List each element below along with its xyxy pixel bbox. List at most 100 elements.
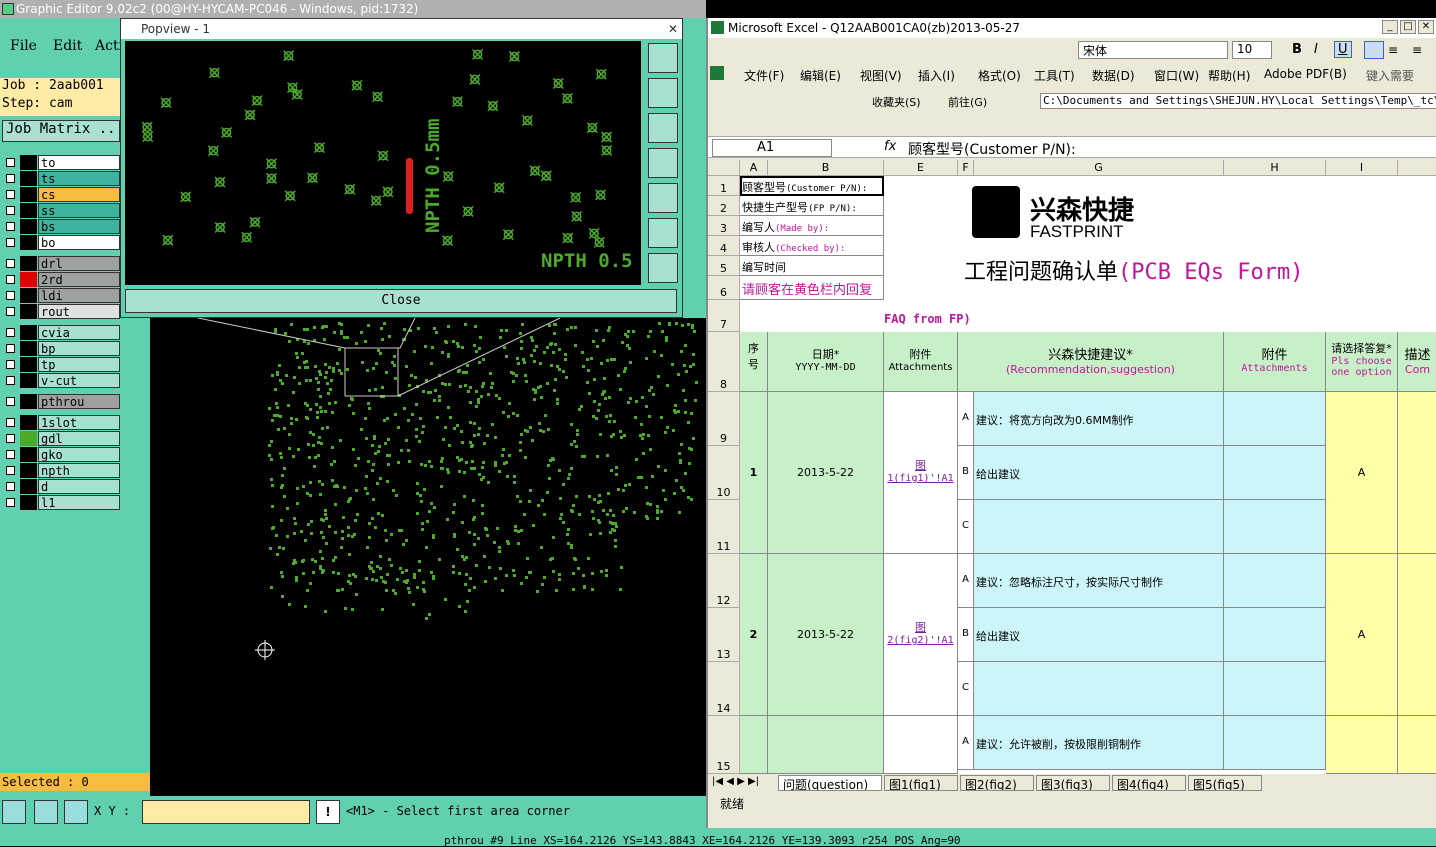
- graphic-canvas[interactable]: [150, 317, 706, 796]
- select-all-corner[interactable]: [708, 160, 740, 176]
- layer-row[interactable]: bp: [2, 341, 120, 356]
- layer-row[interactable]: drl: [2, 256, 120, 271]
- layer-name[interactable]: cs: [38, 187, 120, 202]
- layer-name[interactable]: ldi: [38, 288, 120, 303]
- pop-pan-up-icon[interactable]: [648, 78, 678, 108]
- formula-content[interactable]: 顾客型号(Customer P/N):: [908, 139, 1076, 159]
- row-header[interactable]: 15: [708, 716, 740, 774]
- align-left-icon[interactable]: [1364, 41, 1384, 59]
- layer-row[interactable]: bs: [2, 219, 120, 234]
- column-header[interactable]: A: [740, 160, 768, 176]
- popview-canvas[interactable]: NPTH 0.5mm NPTH 0.5: [125, 41, 641, 285]
- info-cell[interactable]: 快捷生产型号(FP P/N):: [740, 196, 884, 216]
- layer-name[interactable]: pthrou: [38, 394, 120, 409]
- layer-checkbox[interactable]: [6, 344, 15, 353]
- layer-checkbox[interactable]: [6, 360, 15, 369]
- item-description[interactable]: [1398, 554, 1436, 716]
- column-header[interactable]: [1398, 160, 1436, 176]
- grid-tool-icon[interactable]: [64, 800, 88, 824]
- layer-row[interactable]: ldi: [2, 288, 120, 303]
- align-center-icon[interactable]: ≡: [1388, 43, 1398, 57]
- layer-checkbox[interactable]: [6, 222, 15, 231]
- layer-name[interactable]: drl: [38, 256, 120, 271]
- sheet-tab[interactable]: 图1(fig1): [884, 775, 958, 791]
- option-attachment[interactable]: [1224, 608, 1326, 662]
- excel-menu-item[interactable]: 数据(D): [1092, 67, 1135, 84]
- pop-zoom-home-icon[interactable]: [648, 43, 678, 73]
- layer-checkbox[interactable]: [6, 498, 15, 507]
- pop-pan-down-icon[interactable]: [648, 113, 678, 143]
- row-header[interactable]: 5: [708, 256, 740, 276]
- info-cell[interactable]: 顾客型号(Customer P/N):: [740, 176, 884, 196]
- layer-row[interactable]: ts: [2, 171, 120, 186]
- row-header[interactable]: 9: [708, 392, 740, 446]
- layer-row[interactable]: bo: [2, 235, 120, 250]
- column-header[interactable]: E: [884, 160, 958, 176]
- option-attachment[interactable]: [1224, 716, 1326, 770]
- layer-checkbox[interactable]: [6, 307, 15, 316]
- layer-row[interactable]: gdl: [2, 431, 120, 446]
- layer-name[interactable]: ts: [38, 171, 120, 186]
- font-size-select[interactable]: 10: [1232, 41, 1272, 59]
- excel-menu-item[interactable]: 格式(O): [978, 67, 1021, 84]
- option-attachment[interactable]: [1224, 446, 1326, 500]
- close-icon[interactable]: ✕: [1418, 20, 1434, 34]
- row-header[interactable]: 7: [708, 300, 740, 332]
- pop-zoom-out-icon[interactable]: [648, 253, 678, 283]
- restore-icon[interactable]: □: [1400, 20, 1416, 34]
- column-header[interactable]: H: [1224, 160, 1326, 176]
- item-answer[interactable]: [1326, 716, 1398, 774]
- layer-checkbox[interactable]: [6, 450, 15, 459]
- layer-checkbox[interactable]: [6, 376, 15, 385]
- popview-close-icon[interactable]: ✕: [668, 19, 678, 39]
- layer-name[interactable]: rout: [38, 304, 120, 319]
- layer-name[interactable]: gdl: [38, 431, 120, 446]
- excel-menu-item[interactable]: 文件(F): [744, 67, 784, 84]
- row-header[interactable]: 13: [708, 608, 740, 662]
- layer-name[interactable]: tp: [38, 357, 120, 372]
- option-text[interactable]: 给出建议: [974, 608, 1224, 662]
- spreadsheet-grid[interactable]: A B E F G H I 1 2 3 4 5 6 7 8 9 10 11 12 13 14 15 顾客型号(Custome…: [708, 160, 1436, 774]
- excel-menu-item[interactable]: 帮助(H): [1208, 67, 1250, 84]
- zoom-tool-icon[interactable]: [2, 800, 26, 824]
- excel-menu-item[interactable]: 视图(V): [860, 67, 902, 84]
- sheet-tab[interactable]: 图5(fig5): [1188, 775, 1262, 791]
- item-answer[interactable]: A: [1326, 554, 1398, 716]
- column-header[interactable]: I: [1326, 160, 1398, 176]
- name-box[interactable]: A1: [712, 139, 832, 157]
- layer-name[interactable]: to: [38, 155, 120, 170]
- row-header[interactable]: 1: [708, 176, 740, 196]
- layer-checkbox[interactable]: [6, 482, 15, 491]
- layer-row[interactable]: to: [2, 155, 120, 170]
- item-description[interactable]: [1398, 392, 1436, 554]
- layer-name[interactable]: l1: [38, 495, 120, 510]
- favorites-menu[interactable]: 收藏夹(S): [872, 94, 921, 110]
- layer-row[interactable]: 1slot: [2, 415, 120, 430]
- layer-checkbox[interactable]: [6, 397, 15, 406]
- option-text[interactable]: 给出建议: [974, 446, 1224, 500]
- address-field[interactable]: C:\Documents and Settings\SHEJUN.HY\Loca…: [1040, 93, 1436, 109]
- layer-checkbox[interactable]: [6, 466, 15, 475]
- layer-row[interactable]: cs: [2, 187, 120, 202]
- layer-row[interactable]: ss: [2, 203, 120, 218]
- layer-checkbox[interactable]: [6, 174, 15, 183]
- column-header[interactable]: B: [768, 160, 884, 176]
- layer-name[interactable]: v-cut: [38, 373, 120, 388]
- italic-button[interactable]: I: [1314, 42, 1318, 57]
- info-cell[interactable]: 请顾客在黄色栏内回复: [740, 276, 884, 300]
- item-answer[interactable]: A: [1326, 392, 1398, 554]
- excel-menu-item[interactable]: Adobe PDF(B): [1264, 67, 1347, 81]
- info-cell[interactable]: 审核人(Checked by):: [740, 236, 884, 256]
- info-cell[interactable]: 编写人(Made by):: [740, 216, 884, 236]
- layer-name[interactable]: gko: [38, 447, 120, 462]
- tab-nav-icon[interactable]: |◀ ◀ ▶ ▶|: [712, 776, 759, 787]
- align-right-icon[interactable]: ≡: [1412, 43, 1422, 57]
- measure-tool-icon[interactable]: [34, 800, 58, 824]
- layer-checkbox[interactable]: [6, 418, 15, 427]
- menu-file[interactable]: File: [10, 38, 37, 54]
- option-text[interactable]: [974, 500, 1224, 554]
- option-attachment[interactable]: [1224, 554, 1326, 608]
- layer-checkbox[interactable]: [6, 259, 15, 268]
- sheet-tab[interactable]: 图3(fig3): [1036, 775, 1110, 791]
- row-header[interactable]: 11: [708, 500, 740, 554]
